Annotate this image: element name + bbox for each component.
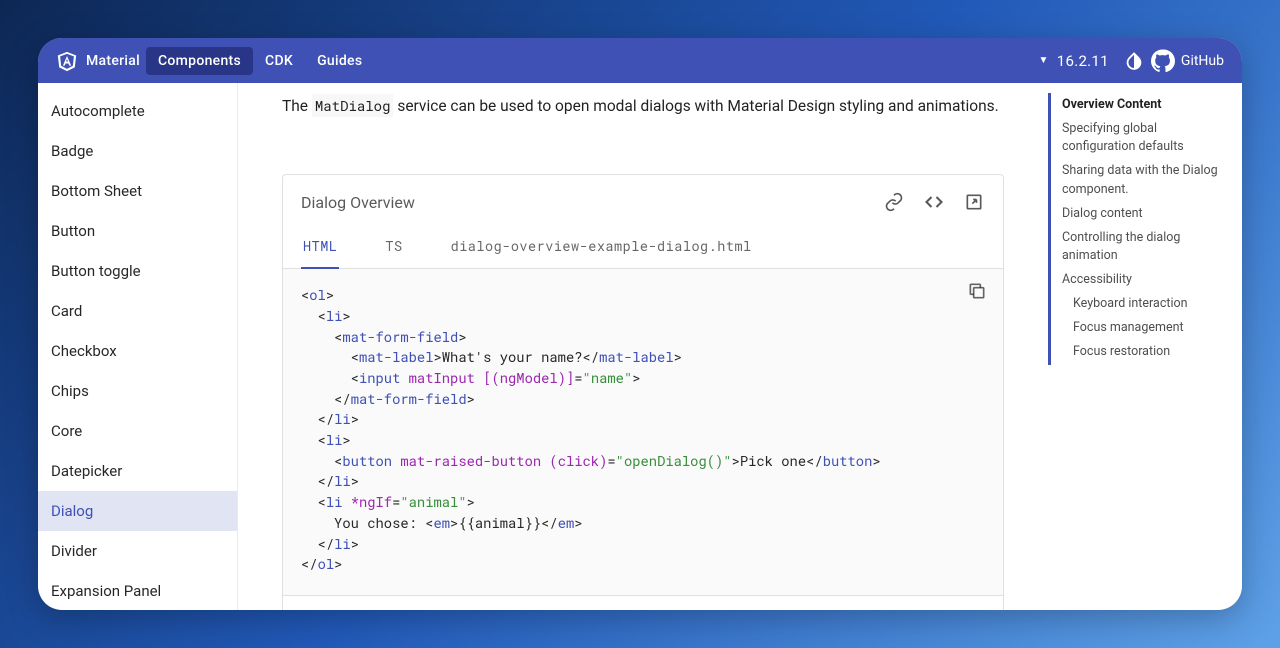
intro-text: The MatDialog service can be used to ope… — [282, 95, 1004, 118]
sidebar-item-button[interactable]: Button — [38, 211, 237, 251]
intro-suffix: service can be used to open modal dialog… — [393, 97, 998, 115]
stackblitz-icon[interactable] — [963, 191, 985, 213]
sidebar-item-dialog[interactable]: Dialog — [38, 491, 237, 531]
table-of-contents: Overview ContentSpecifying global config… — [1048, 93, 1242, 365]
toolbar: Material Components CDK Guides ▼ 16.2.11… — [38, 38, 1242, 83]
github-link[interactable]: GitHub — [1151, 49, 1224, 73]
example-card: Dialog Overview HTML TS dialog-overview-… — [282, 174, 1004, 610]
toc-item[interactable]: Sharing data with the Dialog component. — [1051, 159, 1230, 201]
theme-picker-icon[interactable] — [1117, 44, 1151, 78]
toc-item[interactable]: Dialog content — [1051, 202, 1230, 226]
version-selector[interactable]: ▼ 16.2.11 — [1031, 52, 1117, 70]
sidebar-item-bottom-sheet[interactable]: Bottom Sheet — [38, 171, 237, 211]
sidebar-item-divider[interactable]: Divider — [38, 531, 237, 571]
toc-item[interactable]: Overview Content — [1051, 93, 1230, 117]
sidebar-item-badge[interactable]: Badge — [38, 131, 237, 171]
toc-item[interactable]: Focus management — [1051, 316, 1230, 340]
body: AutocompleteBadgeBottom SheetButtonButto… — [38, 83, 1242, 610]
nav-components[interactable]: Components — [146, 47, 253, 75]
sidebar-item-expansion-panel[interactable]: Expansion Panel — [38, 571, 237, 610]
tab-ts[interactable]: TS — [383, 227, 404, 268]
version-label: 16.2.11 — [1057, 52, 1109, 70]
toc-item[interactable]: Controlling the dialog animation — [1051, 226, 1230, 268]
code-block: <ol> <li> <mat-form-field> <mat-label>Wh… — [283, 269, 1003, 595]
nav-cdk[interactable]: CDK — [253, 47, 305, 75]
app-window: Material Components CDK Guides ▼ 16.2.11… — [38, 38, 1242, 610]
sidebar-item-chips[interactable]: Chips — [38, 371, 237, 411]
intro-prefix: The — [282, 97, 312, 115]
github-label: GitHub — [1181, 53, 1224, 69]
dropdown-arrow-icon: ▼ — [1039, 55, 1049, 66]
toc-item[interactable]: Specifying global configuration defaults — [1051, 117, 1230, 159]
sidebar-item-core[interactable]: Core — [38, 411, 237, 451]
sidebar[interactable]: AutocompleteBadgeBottom SheetButtonButto… — [38, 83, 238, 610]
live-demo: 1. What's your name? ece — [283, 595, 1003, 610]
link-icon[interactable] — [883, 191, 905, 213]
brand-name[interactable]: Material — [86, 53, 140, 69]
toc-item[interactable]: Focus restoration — [1051, 340, 1230, 364]
copy-icon[interactable] — [967, 281, 987, 307]
sidebar-item-card[interactable]: Card — [38, 291, 237, 331]
toc-item[interactable]: Keyboard interaction — [1051, 292, 1230, 316]
intro-code: MatDialog — [312, 94, 394, 117]
nav-links: Components CDK Guides — [146, 47, 374, 75]
sidebar-item-button-toggle[interactable]: Button toggle — [38, 251, 237, 291]
example-title: Dialog Overview — [301, 193, 415, 212]
sidebar-item-autocomplete[interactable]: Autocomplete — [38, 91, 237, 131]
main: The MatDialog service can be used to ope… — [238, 83, 1242, 610]
code-tabs: HTML TS dialog-overview-example-dialog.h… — [283, 227, 1003, 269]
sidebar-item-datepicker[interactable]: Datepicker — [38, 451, 237, 491]
github-icon — [1151, 49, 1175, 73]
tab-html[interactable]: HTML — [301, 227, 339, 269]
nav-guides[interactable]: Guides — [305, 47, 374, 75]
toc-item[interactable]: Accessibility — [1051, 268, 1230, 292]
angular-logo-icon — [56, 50, 78, 72]
sidebar-item-checkbox[interactable]: Checkbox — [38, 331, 237, 371]
example-header: Dialog Overview — [283, 175, 1003, 227]
tab-dialog-html[interactable]: dialog-overview-example-dialog.html — [449, 227, 754, 268]
code-toggle-icon[interactable] — [923, 191, 945, 213]
content[interactable]: The MatDialog service can be used to ope… — [238, 83, 1048, 610]
